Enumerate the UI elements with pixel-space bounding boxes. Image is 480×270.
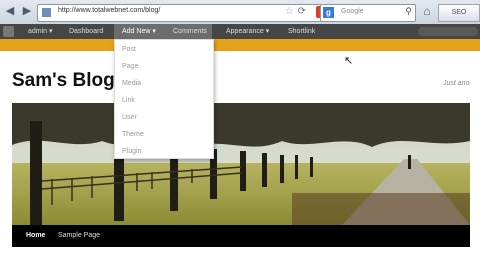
menu-item-plugin[interactable]: Plugin [122,148,141,155]
browser-toolbar: ◀ ▶ http://www.totalwebnet.com/blog/ ☆ ⟳… [0,0,480,25]
forward-icon[interactable]: ▶ [19,3,35,19]
address-bar[interactable]: http://www.totalwebnet.com/blog/ ☆ ⟳ ✕ [37,4,331,22]
adminbar-item-appearance[interactable]: Appearance ▾ [220,24,275,39]
adminbar-item-admin[interactable]: admin ▾ [22,24,59,39]
site-favicon-icon [42,8,51,17]
search-box[interactable]: g Google ⚲ [320,4,416,22]
blog-tagline: Just ano [443,80,470,87]
menu-item-media[interactable]: Media [122,80,141,87]
search-engine-icon[interactable]: g [323,7,334,18]
nav-link-home[interactable]: Home [26,225,45,247]
mouse-pointer-icon: ↖ [344,55,354,67]
adminbar-search-input[interactable] [418,27,478,36]
blog-title[interactable]: Sam's Blog [12,70,115,92]
menu-item-user[interactable]: User [122,114,137,121]
adminbar-item-comments[interactable]: Comments [167,24,213,39]
reload-icon[interactable]: ⟳ [298,6,306,17]
home-icon[interactable]: ⌂ [420,4,434,18]
menu-item-page[interactable]: Page [122,63,138,70]
extension-button[interactable]: SEO [438,4,480,22]
menu-item-post[interactable]: Post [122,46,136,53]
search-icon[interactable]: ⚲ [405,6,412,17]
header-image [12,103,470,225]
add-new-dropdown: Post Page Media Link User Theme Plugin [114,39,214,159]
menu-item-theme[interactable]: Theme [122,131,144,138]
adminbar-item-shortlink[interactable]: Shortlink [282,24,321,39]
back-icon[interactable]: ◀ [2,3,18,19]
adminbar-item-dashboard[interactable]: Dashboard [64,24,108,39]
header-accent-band [0,39,480,51]
wordpress-logo-icon[interactable] [3,26,14,37]
menu-item-link[interactable]: Link [122,97,135,104]
address-text: http://www.totalwebnet.com/blog/ [58,7,161,14]
admin-bar: admin ▾ Dashboard Add New ▾ Comments App… [0,24,480,39]
bookmark-star-icon[interactable]: ☆ [285,6,294,17]
search-placeholder: Google [341,8,364,15]
nav-link-sample-page[interactable]: Sample Page [58,225,100,247]
blog-navigation: Home Sample Page [12,225,470,247]
